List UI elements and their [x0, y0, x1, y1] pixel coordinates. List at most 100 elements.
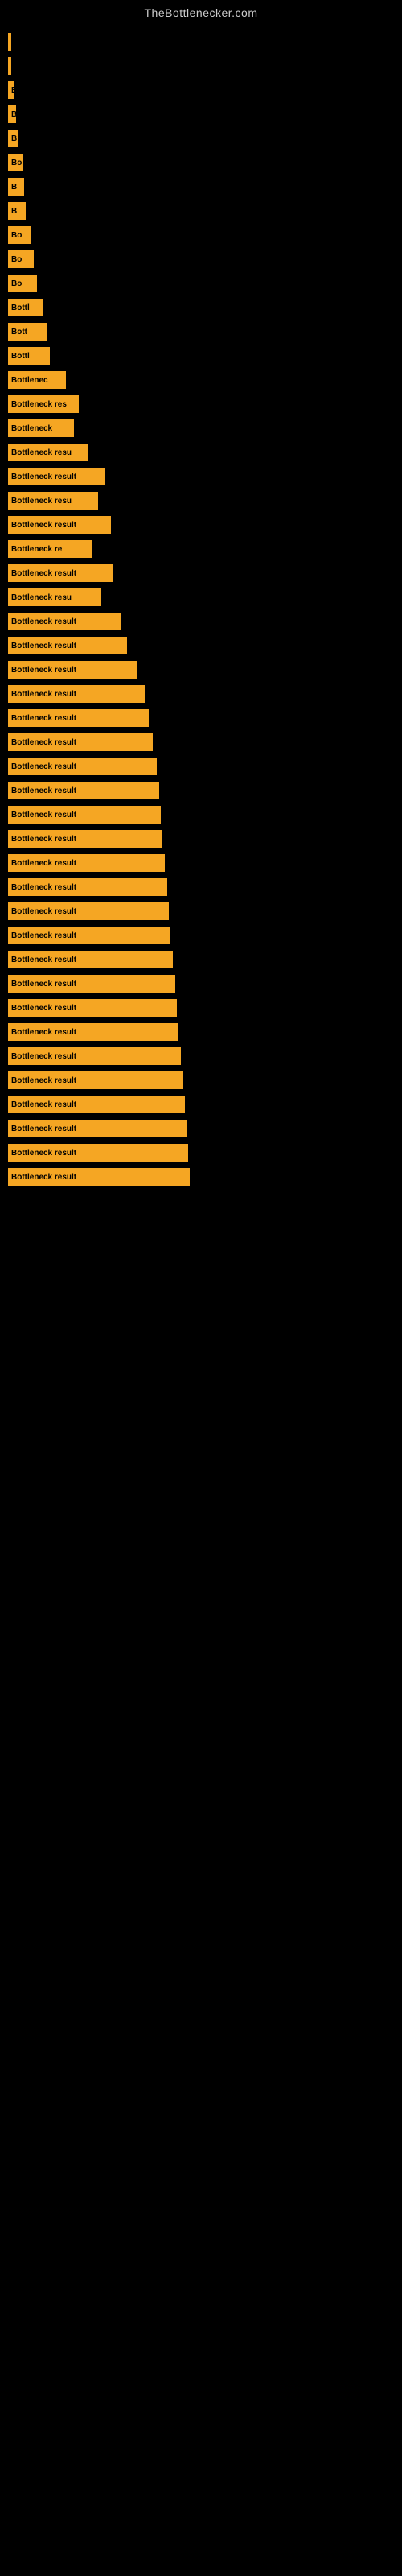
bar-row: Bottleneck result	[8, 997, 402, 1019]
bar-item: Bottleneck result	[8, 637, 127, 654]
bar-row: Bottleneck result	[8, 683, 402, 705]
bar-label: Bottleneck result	[11, 1125, 76, 1133]
bar-label: Bottleneck result	[11, 786, 76, 795]
bar-row: Bottleneck re	[8, 538, 402, 560]
bar-item: Bo	[8, 275, 37, 292]
bar-row: B	[8, 200, 402, 222]
bar-row: Bottleneck result	[8, 658, 402, 681]
bar-row: Bottleneck result	[8, 972, 402, 995]
bar-item: Bottleneck resu	[8, 588, 100, 606]
bar-label: Bottleneck result	[11, 714, 76, 723]
bar-row: Bottleneck res	[8, 393, 402, 415]
bar-label: Bottleneck result	[11, 569, 76, 578]
bar-row: Bottleneck result	[8, 707, 402, 729]
bar-row: Bo	[8, 151, 402, 174]
bar-row	[8, 55, 402, 77]
bar-row: Bo	[8, 272, 402, 295]
bar-row: Bottleneck result	[8, 852, 402, 874]
bar-row: Bottleneck result	[8, 562, 402, 584]
bar-item: Bottleneck result	[8, 564, 113, 582]
bar-item: B	[8, 130, 18, 147]
bar-row: Bottlenec	[8, 369, 402, 391]
bar-row: Bottleneck result	[8, 828, 402, 850]
bar-item: Bottleneck resu	[8, 492, 98, 510]
bar-item: Bottleneck	[8, 419, 74, 437]
bar-label: Bottleneck result	[11, 738, 76, 747]
bar-label: Bottleneck result	[11, 1076, 76, 1085]
bar-row	[8, 31, 402, 53]
bar-item: Bottleneck result	[8, 709, 149, 727]
bar-item: Bottleneck result	[8, 1023, 178, 1041]
bar-label: Bo	[11, 159, 22, 167]
bar-row: B	[8, 79, 402, 101]
bar-label: B	[11, 207, 17, 216]
bar-item: Bo	[8, 250, 34, 268]
bar-label: Bott	[11, 328, 27, 336]
bars-container: BBBBoBBBoBoBoBottlBottBottlBottlenecBott…	[0, 23, 402, 1190]
bar-item: Bottleneck result	[8, 685, 145, 703]
bar-item: Bottleneck result	[8, 613, 121, 630]
bar-label: Bottleneck result	[11, 1149, 76, 1158]
bar-label: Bottleneck result	[11, 1052, 76, 1061]
bar-item: Bottleneck result	[8, 1096, 185, 1113]
bar-item: Bottleneck result	[8, 1071, 183, 1089]
bar-label: Bottl	[11, 352, 30, 361]
bar-item: Bottleneck resu	[8, 444, 88, 461]
bar-item: Bottleneck result	[8, 830, 162, 848]
bar-item: Bottleneck result	[8, 782, 159, 799]
bar-row: Bottleneck resu	[8, 441, 402, 464]
bar-item: B	[8, 81, 14, 99]
bar-item: Bottlenec	[8, 371, 66, 389]
bar-row: Bottleneck result	[8, 1093, 402, 1116]
bar-item: Bottleneck result	[8, 806, 161, 824]
bar-label: Bottleneck result	[11, 811, 76, 819]
bar-item: Bottleneck result	[8, 975, 175, 993]
bar-item: Bottleneck result	[8, 516, 111, 534]
bar-item: Bottleneck result	[8, 951, 173, 968]
bar-row: Bottleneck result	[8, 755, 402, 778]
bar-label: Bottleneck result	[11, 1173, 76, 1182]
bar-item: B	[8, 202, 26, 220]
bar-label: Bottlenec	[11, 376, 48, 385]
bar-label: Bottleneck result	[11, 835, 76, 844]
bar-label: Bottleneck result	[11, 931, 76, 940]
bar-label: Bottleneck	[11, 424, 52, 433]
bar-label: Bottleneck result	[11, 956, 76, 964]
bar-row: Bottleneck resu	[8, 489, 402, 512]
bar-row: Bottleneck result	[8, 876, 402, 898]
bar-row: Bottleneck result	[8, 514, 402, 536]
bar-label: Bottleneck result	[11, 617, 76, 626]
bar-row: Bottleneck result	[8, 1141, 402, 1164]
bar-row: Bottleneck result	[8, 1045, 402, 1067]
bar-row: Bottleneck result	[8, 634, 402, 657]
bar-label: Bottleneck result	[11, 666, 76, 675]
bar-label: Bottleneck result	[11, 690, 76, 699]
bar-item: Bottleneck result	[8, 927, 170, 944]
bar-label: B	[11, 86, 14, 95]
bar-label: Bo	[11, 279, 22, 288]
bar-label: Bottleneck result	[11, 762, 76, 771]
bar-row: Bottleneck result	[8, 948, 402, 971]
bar-row: Bottleneck result	[8, 900, 402, 923]
bar-row: Bo	[8, 248, 402, 270]
bar-item: Bottleneck res	[8, 395, 79, 413]
bar-row: B	[8, 103, 402, 126]
bar-label: Bottleneck resu	[11, 593, 72, 602]
bar-label: Bottl	[11, 303, 30, 312]
bar-label: Bottleneck result	[11, 1004, 76, 1013]
bar-row: Bottleneck result	[8, 803, 402, 826]
bar-item: Bott	[8, 323, 47, 341]
bar-row: Bottleneck result	[8, 779, 402, 802]
bar-item: Bottleneck result	[8, 468, 105, 485]
bar-label: Bottleneck result	[11, 642, 76, 650]
bar-label: Bottleneck resu	[11, 497, 72, 506]
bar-item: Bottleneck result	[8, 1047, 181, 1065]
bar-item: Bottleneck result	[8, 854, 165, 872]
bar-row: Bottl	[8, 296, 402, 319]
bar-item: Bottleneck result	[8, 1144, 188, 1162]
bar-label: B	[11, 134, 17, 143]
bar-item: Bottleneck result	[8, 1168, 190, 1186]
bar-label: Bottleneck re	[11, 545, 62, 554]
bar-label: Bottleneck resu	[11, 448, 72, 457]
bar-item: Bottl	[8, 299, 43, 316]
